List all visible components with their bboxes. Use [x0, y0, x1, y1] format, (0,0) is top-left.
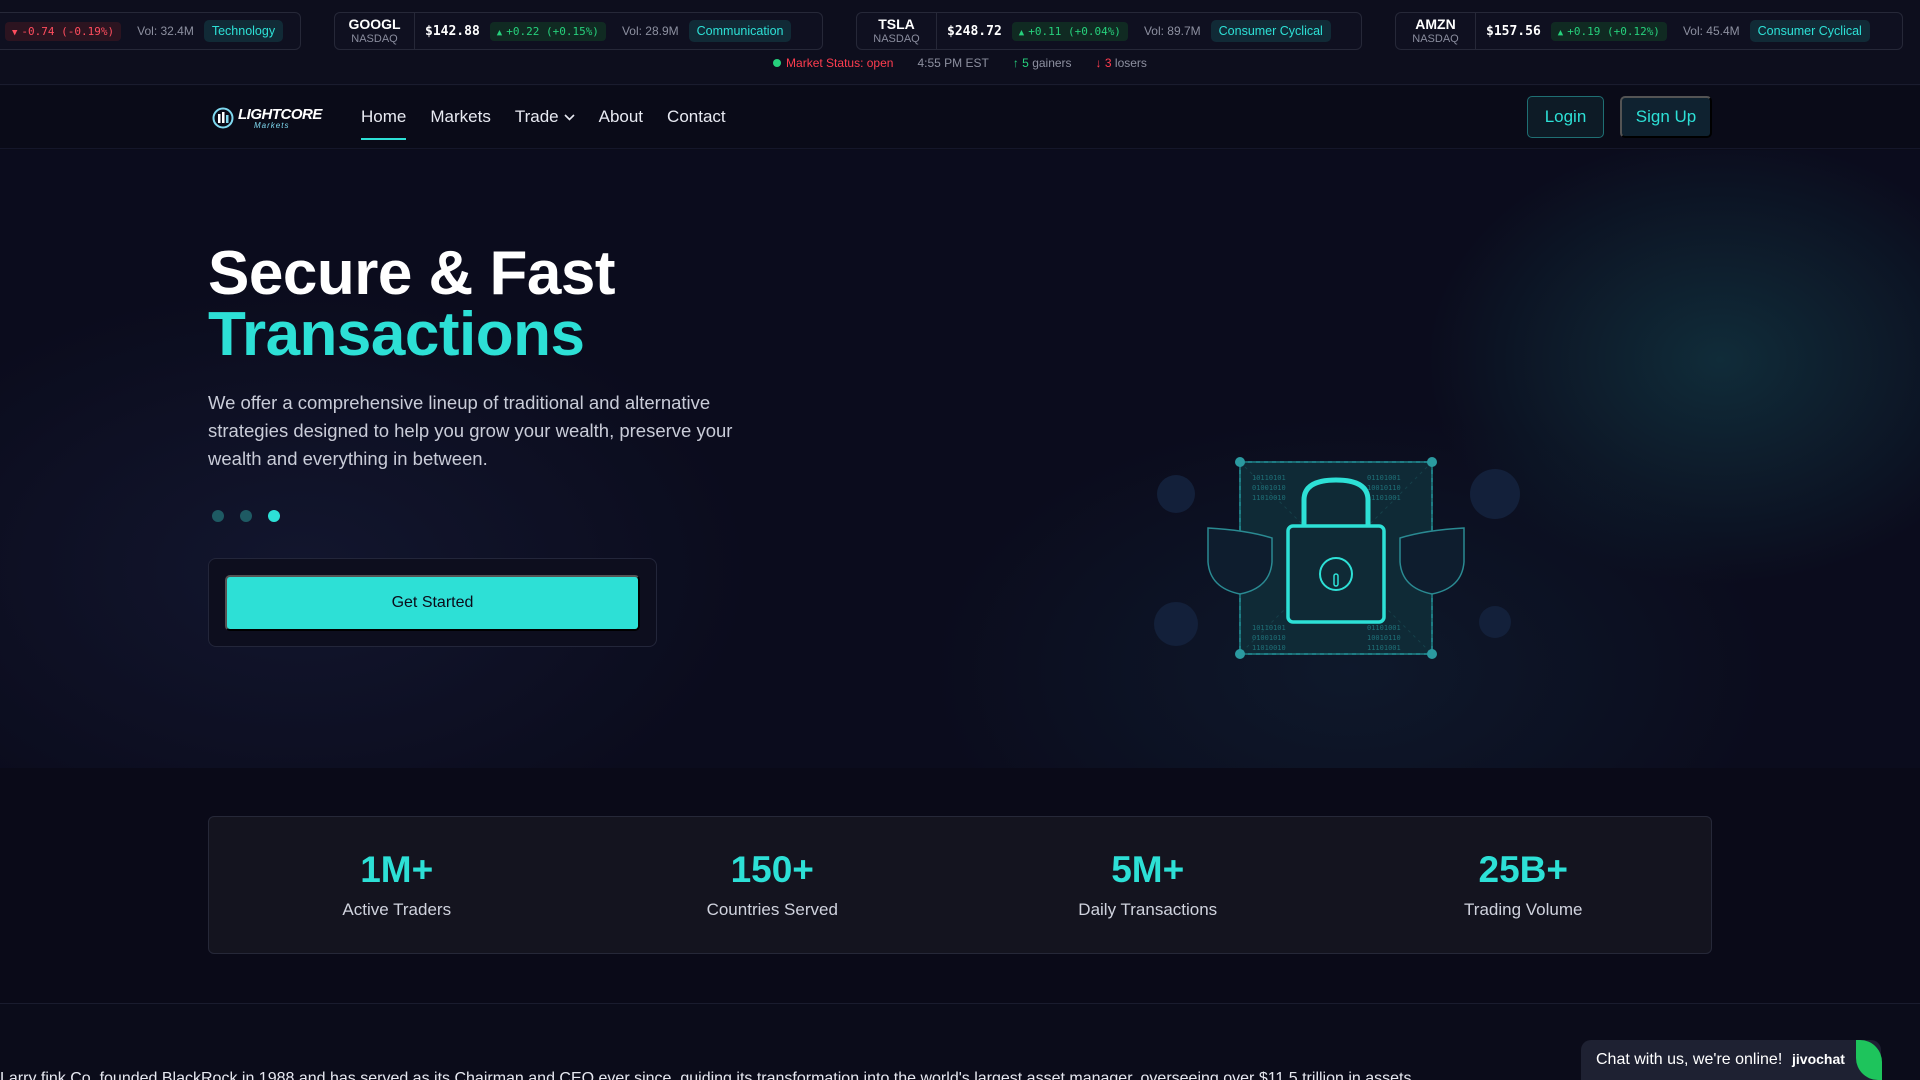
- ticker-price: $142.88: [425, 23, 480, 39]
- svg-text:11101001: 11101001: [1367, 644, 1401, 652]
- ticker-exchange: NASDAQ: [1412, 32, 1459, 45]
- hero-title: Secure & Fast Transactions: [208, 243, 616, 369]
- nav-links: Home Markets Trade About Contact: [361, 86, 726, 148]
- ticker-symbol: TSLA: [878, 16, 915, 33]
- stat-label: Active Traders: [342, 900, 452, 920]
- up-arrow-icon: ▲: [1557, 27, 1564, 38]
- main-navbar: LIGHTCORE Markets Home Markets Trade Abo…: [0, 86, 1920, 149]
- stats-section: 1M+ Active Traders 150+ Countries Served…: [0, 768, 1920, 1004]
- carousel-dot[interactable]: [212, 510, 224, 522]
- stock-ticker: ▼ -0.74 (-0.19%) Vol: 32.4M Technology GO…: [0, 0, 1920, 85]
- svg-text:01001010: 01001010: [1252, 484, 1286, 492]
- logo-text: LIGHTCORE: [238, 105, 322, 123]
- ticker-change: ▲ +0.11 (+0.04%): [1011, 21, 1128, 41]
- chat-brand-logo: jivochat: [1792, 1051, 1845, 1067]
- ticker-sector: Consumer Cyclical: [1210, 20, 1331, 42]
- chat-leaf-icon: [1856, 1040, 1882, 1080]
- logo-subtext: Markets: [254, 120, 290, 130]
- signup-button[interactable]: Sign Up: [1620, 96, 1712, 138]
- ticker-exchange: NASDAQ: [351, 32, 398, 45]
- carousel-dots: [212, 510, 280, 522]
- ticker-volume: Vol: 32.4M: [137, 24, 194, 38]
- login-button[interactable]: Login: [1527, 96, 1604, 138]
- svg-text:10110101: 10110101: [1252, 624, 1286, 632]
- svg-text:10110101: 10110101: [1252, 474, 1286, 482]
- market-status-bar: Market Status: open 4:55 PM EST ↑ 5 gain…: [0, 55, 1920, 71]
- logo-mark-icon: [212, 107, 234, 129]
- svg-text:10010110: 10010110: [1367, 484, 1401, 492]
- ticker-symbol-block: GOOGL NASDAQ: [335, 13, 415, 49]
- hero-description: We offer a comprehensive lineup of tradi…: [208, 392, 733, 469]
- losers-count: ↓ 3 losers: [1095, 56, 1147, 70]
- stat-countries-served: 150+ Countries Served: [585, 817, 961, 953]
- ticker-volume: Vol: 45.4M: [1682, 24, 1740, 38]
- ticker-sector: Consumer Cyclical: [1749, 20, 1870, 42]
- stat-trading-volume: 25B+ Trading Volume: [1336, 817, 1712, 953]
- chevron-down-icon: [564, 113, 575, 121]
- svg-text:11010010: 11010010: [1252, 644, 1286, 652]
- ticker-card[interactable]: TSLA NASDAQ $248.72 ▲ +0.11 (+0.04%) Vol:…: [856, 12, 1362, 50]
- ticker-card[interactable]: AMZN NASDAQ $157.56 ▲ +0.19 (+0.12%) Vol:…: [1395, 12, 1903, 50]
- ticker-card[interactable]: GOOGL NASDAQ $142.88 ▲ +0.22 (+0.15%) Vol…: [334, 12, 823, 50]
- ticker-price: $248.72: [947, 23, 1002, 39]
- ticker-volume: Vol: 28.9M: [621, 24, 679, 38]
- nav-about[interactable]: About: [599, 86, 643, 148]
- get-started-button[interactable]: Get Started: [225, 575, 640, 631]
- ticker-symbol-block: AMZN NASDAQ: [1396, 13, 1476, 49]
- ticker-symbol-block: TSLA NASDAQ: [857, 13, 937, 49]
- padlock-illustration-icon: 10110101 01001010 11010010 01101001 1001011…: [1154, 457, 1520, 659]
- ticker-change: ▲ +0.19 (+0.12%): [1550, 21, 1667, 41]
- nav-home[interactable]: Home: [361, 86, 407, 148]
- chat-widget[interactable]: Chat with us, we're online! jivochat: [1581, 1040, 1882, 1080]
- stat-active-traders: 1M+ Active Traders: [209, 817, 585, 953]
- nav-contact[interactable]: Contact: [667, 86, 726, 148]
- up-arrow-icon: ▲: [496, 27, 503, 38]
- site-logo[interactable]: LIGHTCORE Markets: [212, 103, 322, 133]
- arrow-up-icon: ↑: [1012, 56, 1019, 70]
- ticker-change: ▲ +0.22 (+0.15%): [489, 21, 606, 41]
- ticker-symbol: GOOGL: [348, 16, 401, 33]
- nav-markets[interactable]: Markets: [430, 86, 490, 148]
- ticker-volume: Vol: 89.7M: [1143, 24, 1201, 38]
- stat-label: Trading Volume: [1464, 900, 1583, 920]
- ticker-change: ▼ -0.74 (-0.19%): [5, 21, 122, 41]
- stat-value: 25B+: [1478, 848, 1568, 890]
- stats-panel: 1M+ Active Traders 150+ Countries Served…: [208, 816, 1712, 954]
- up-arrow-icon: ▲: [1018, 27, 1025, 38]
- stat-daily-transactions: 5M+ Daily Transactions: [960, 817, 1336, 953]
- svg-text:01101001: 01101001: [1367, 624, 1401, 632]
- down-arrow-icon: ▼: [12, 27, 18, 38]
- market-status: Market Status: open: [773, 56, 893, 70]
- stat-label: Daily Transactions: [1078, 900, 1218, 920]
- svg-text:11010010: 11010010: [1252, 494, 1286, 502]
- svg-text:11101001: 11101001: [1367, 494, 1401, 502]
- svg-text:10010110: 10010110: [1367, 634, 1401, 642]
- carousel-dot[interactable]: [240, 510, 252, 522]
- ticker-card[interactable]: ▼ -0.74 (-0.19%) Vol: 32.4M Technology: [0, 12, 301, 50]
- hero-section: Secure & Fast Transactions We offer a co…: [0, 150, 1920, 768]
- ticker-sector: Communication: [688, 20, 792, 42]
- about-paragraph: Larry fink Co. founded BlackRock in 1988…: [0, 1070, 1416, 1080]
- svg-text:01001010: 01001010: [1252, 634, 1286, 642]
- gainers-count: ↑ 5 gainers: [1012, 56, 1072, 70]
- arrow-down-icon: ↓: [1095, 56, 1102, 70]
- cta-container: Get Started: [208, 558, 657, 647]
- market-time: 4:55 PM EST: [917, 56, 989, 70]
- status-dot-icon: [773, 59, 782, 67]
- hero-title-line2: Transactions: [208, 300, 585, 369]
- nav-trade[interactable]: Trade: [515, 86, 575, 148]
- ticker-exchange: NASDAQ: [873, 32, 920, 45]
- ticker-symbol: AMZN: [1415, 16, 1456, 33]
- ticker-sector: Technology: [203, 20, 284, 42]
- stat-value: 5M+: [1111, 848, 1185, 890]
- stat-value: 1M+: [360, 848, 434, 890]
- svg-text:01101001: 01101001: [1367, 474, 1401, 482]
- stat-label: Countries Served: [706, 900, 838, 920]
- hero-title-line1: Secure & Fast: [208, 239, 616, 308]
- stat-value: 150+: [730, 848, 814, 890]
- ticker-price: $157.56: [1486, 23, 1541, 39]
- chat-message: Chat with us, we're online!: [1596, 1051, 1783, 1068]
- carousel-dot-active[interactable]: [268, 510, 280, 522]
